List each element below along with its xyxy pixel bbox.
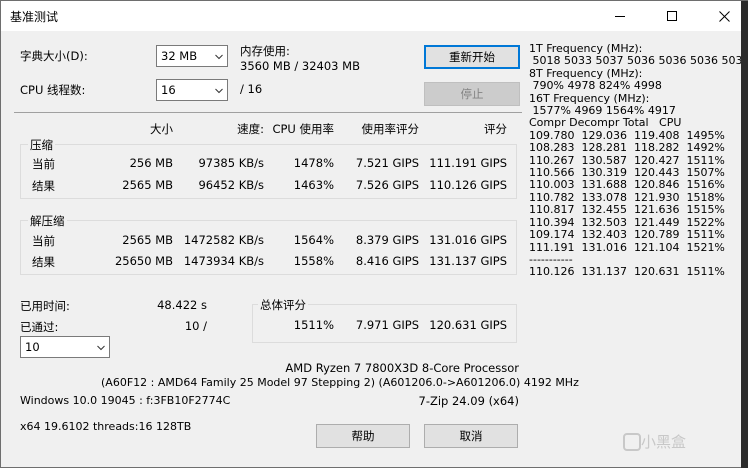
- log-line: 5018 5033 5037 5036 5036 5036 5034: [529, 54, 748, 68]
- app-version: 7-Zip 24.09 (x64): [418, 394, 520, 408]
- elapsed-value: 48.422 s: [157, 298, 207, 312]
- background-edge: [741, 1, 748, 468]
- threads-select[interactable]: 16: [156, 79, 228, 101]
- col-cpu-usage: CPU 使用率: [272, 122, 334, 136]
- stop-button[interactable]: 停止: [424, 82, 520, 106]
- threads-total: / 16: [240, 82, 263, 96]
- cell-speed: 97385 KB/s: [198, 156, 264, 170]
- benchmark-window: 基准测试 字典大小(D): 32 MB CPU 线程数: 16 / 16 内存使…: [0, 0, 748, 468]
- cell-rating: 131.137 GIPS: [429, 254, 507, 268]
- cancel-button[interactable]: 取消: [424, 424, 518, 448]
- dict-size-value: 32 MB: [161, 49, 198, 63]
- memory-label: 内存使用:: [240, 44, 290, 58]
- cell-rating: 131.016 GIPS: [429, 233, 507, 247]
- log-line: 790% 4978 824% 4998: [529, 79, 662, 93]
- log-line: 108.283 128.281 118.282 1492%: [529, 141, 725, 155]
- col-speed: 速度:: [237, 122, 264, 136]
- total-usage: 1511%: [293, 318, 334, 332]
- window-title: 基准测试: [10, 10, 59, 24]
- dict-size-label: 字典大小(D):: [20, 49, 88, 63]
- restart-button[interactable]: 重新开始: [424, 45, 520, 69]
- row-label: 当前: [32, 234, 55, 248]
- cell-cpu: 1463%: [293, 178, 334, 192]
- separator: [14, 112, 522, 113]
- close-icon: [718, 10, 730, 22]
- cpu-detail: (A60F12 : AMD64 Family 25 Model 97 Stepp…: [101, 376, 579, 389]
- cell-size: 2565 MB: [122, 233, 173, 247]
- arch-info: x64 19.6102 threads:16 128TB: [20, 420, 192, 433]
- log-line: 110.126 131.137 120.631 1511%: [529, 265, 725, 279]
- total-score: 120.631 GIPS: [429, 318, 507, 332]
- passed-value: 10 /: [184, 319, 207, 333]
- cell-usage-rating: 8.416 GIPS: [355, 254, 419, 268]
- maximize-button[interactable]: [649, 1, 695, 31]
- watermark-text: 小黑盒: [641, 433, 687, 451]
- cell-speed: 1473934 KB/s: [183, 254, 264, 268]
- cell-cpu: 1478%: [293, 156, 334, 170]
- cell-rating: 111.191 GIPS: [429, 156, 507, 170]
- cell-speed: 1472582 KB/s: [183, 233, 264, 247]
- cell-usage-rating: 7.521 GIPS: [355, 156, 419, 170]
- cell-size: 25650 MB: [114, 254, 173, 268]
- title-bar[interactable]: 基准测试: [1, 1, 747, 31]
- os-info: Windows 10.0 19045 : f:3FB10F2774C: [20, 394, 231, 407]
- passes-select[interactable]: 10: [20, 336, 110, 358]
- compress-title: 压缩: [28, 137, 55, 153]
- col-rating: 评分: [484, 122, 507, 136]
- watermark-icon: [623, 433, 641, 451]
- chevron-down-icon: [215, 54, 223, 60]
- passes-value: 10: [25, 340, 40, 354]
- cell-rating: 110.126 GIPS: [429, 178, 507, 192]
- minimize-button[interactable]: [597, 1, 643, 31]
- decompress-title: 解压缩: [28, 213, 67, 229]
- log-line: 110.817 132.455 121.636 1515%: [529, 203, 725, 217]
- cell-speed: 96452 KB/s: [198, 178, 264, 192]
- log-line: 110.003 131.688 120.846 1516%: [529, 178, 725, 192]
- cell-usage-rating: 8.379 GIPS: [355, 233, 419, 247]
- threads-label: CPU 线程数:: [20, 83, 86, 97]
- threads-value: 16: [161, 83, 176, 97]
- total-title: 总体评分: [258, 297, 308, 313]
- log-line: 109.174 132.403 120.789 1511%: [529, 228, 725, 242]
- passed-label: 已通过:: [20, 320, 59, 334]
- cell-size: 256 MB: [129, 156, 173, 170]
- col-usage-rating: 使用率评分: [361, 122, 420, 136]
- row-label: 结果: [32, 179, 55, 193]
- help-button[interactable]: 帮助: [316, 424, 410, 448]
- frequency-log: 1T Frequency (MHz): 5018 5033 5037 5036 …: [529, 42, 748, 279]
- row-label: 结果: [32, 255, 55, 269]
- log-line: Compr Decompr Total CPU: [529, 116, 682, 130]
- col-size: 大小: [150, 122, 173, 136]
- row-label: 当前: [32, 157, 55, 171]
- total-usage-rating: 7.971 GIPS: [355, 318, 419, 332]
- cell-cpu: 1564%: [293, 233, 334, 247]
- dict-size-select[interactable]: 32 MB: [156, 45, 228, 67]
- minimize-icon: [615, 15, 625, 17]
- maximize-icon: [667, 11, 677, 21]
- chevron-down-icon: [215, 88, 223, 94]
- cell-usage-rating: 7.526 GIPS: [355, 178, 419, 192]
- elapsed-label: 已用时间:: [20, 299, 70, 313]
- cpu-name: AMD Ryzen 7 7800X3D 8-Core Processor: [285, 361, 519, 375]
- cell-cpu: 1558%: [293, 254, 334, 268]
- chevron-down-icon: [97, 345, 105, 351]
- memory-value: 3560 MB / 32403 MB: [240, 59, 360, 73]
- cell-size: 2565 MB: [122, 178, 173, 192]
